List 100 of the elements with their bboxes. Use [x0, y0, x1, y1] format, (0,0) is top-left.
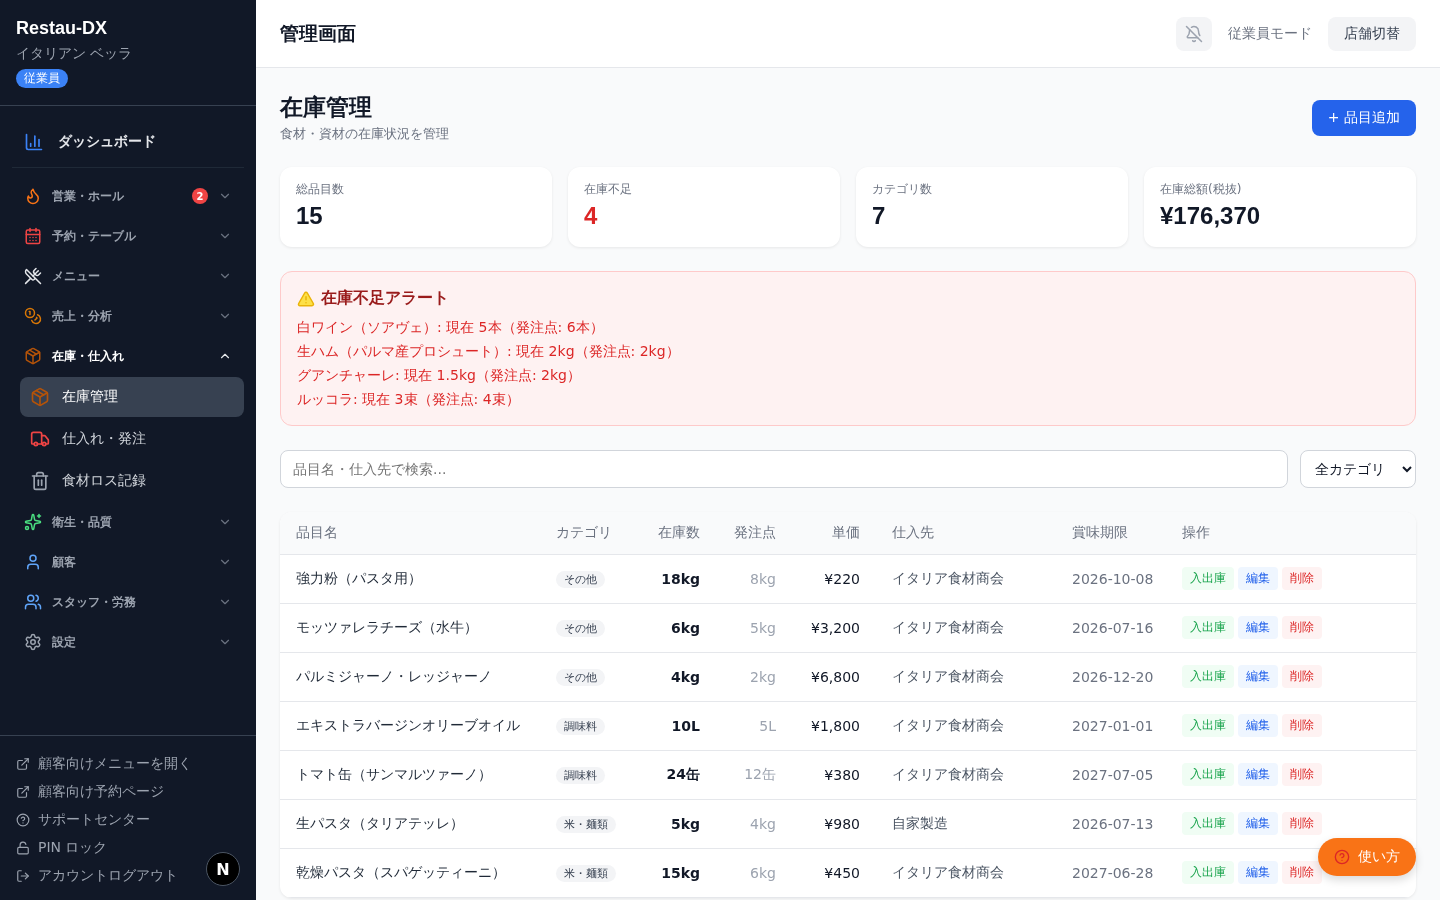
supplier-name: イタリア食材商会	[892, 863, 1004, 880]
delete-button[interactable]: 削除	[1282, 812, 1322, 835]
reorder-point: 12缶	[744, 765, 776, 782]
unit-price: ¥220	[824, 570, 860, 587]
footer-link[interactable]: 顧客向け予約ページ	[16, 778, 164, 806]
alert-item: 白ワイン（ソアヴェ）: 現在 5本（発注点: 6本）	[297, 319, 604, 337]
add-item-button[interactable]: + 品目追加	[1311, 100, 1416, 136]
expiry-date: 2026-07-16	[1072, 619, 1154, 636]
category-tag: 米・麺類	[556, 816, 616, 833]
nav-group[interactable]: メニュー	[12, 256, 244, 296]
stock-value: 18kg	[661, 570, 700, 587]
column-header: 在庫数	[640, 512, 716, 554]
search-field[interactable]: 品目名・仕入先で検索...	[280, 450, 1288, 488]
nav-group-label: 衛生・品質	[52, 513, 113, 531]
nav-group[interactable]: 予約・テーブル	[12, 216, 244, 256]
nav-group-label: 営業・ホール	[52, 187, 125, 205]
help-icon	[1334, 849, 1350, 865]
reorder-point: 2kg	[750, 668, 776, 685]
footer-link[interactable]: PIN ロック	[16, 834, 108, 862]
edit-button[interactable]: 編集	[1238, 763, 1278, 786]
alert-title: 在庫不足アラート	[321, 288, 449, 309]
nav-item[interactable]: 食材ロス記録	[20, 461, 244, 501]
footer-link[interactable]: サポートセンター	[16, 806, 150, 834]
bell-off-icon	[1185, 24, 1203, 43]
stat-label: 総品目数	[296, 181, 344, 198]
item-name: モッツァレラチーズ（水牛）	[296, 618, 478, 635]
edit-button[interactable]: 編集	[1238, 861, 1278, 884]
dev-badge[interactable]: N	[206, 852, 240, 886]
help-icon	[16, 813, 30, 827]
unit-price: ¥450	[824, 864, 860, 881]
nav-group[interactable]: 設定	[12, 622, 244, 662]
stock-move-button[interactable]: 入出庫	[1182, 812, 1234, 835]
stat-label: 在庫不足	[584, 181, 632, 198]
truck-icon	[30, 429, 50, 449]
package-icon	[24, 347, 42, 365]
supplier-name: イタリア食材商会	[892, 667, 1004, 684]
stock-value: 4kg	[670, 668, 700, 685]
dashboard-link[interactable]: ダッシュボード	[12, 116, 244, 168]
category-select[interactable]: 全カテゴリ	[1300, 450, 1416, 488]
stock-value: 24缶	[666, 765, 700, 782]
stat-value: ¥176,370	[1160, 202, 1261, 230]
unit-price: ¥980	[824, 815, 860, 832]
header-title: 管理画面	[280, 20, 357, 46]
delete-button[interactable]: 削除	[1282, 567, 1322, 590]
nav-group-label: 予約・テーブル	[52, 227, 137, 245]
nav-group[interactable]: スタッフ・労務	[12, 582, 244, 622]
edit-button[interactable]: 編集	[1238, 714, 1278, 737]
expiry-date: 2026-10-08	[1072, 570, 1154, 587]
footer-link[interactable]: 顧客向けメニューを開く	[16, 750, 192, 778]
notifications-off-button[interactable]	[1176, 16, 1212, 51]
item-name: トマト缶（サンマルツァーノ）	[296, 765, 492, 782]
stock-move-button[interactable]: 入出庫	[1182, 567, 1234, 590]
package-icon	[30, 387, 50, 407]
edit-button[interactable]: 編集	[1238, 812, 1278, 835]
stock-move-button[interactable]: 入出庫	[1182, 763, 1234, 786]
category-tag: その他	[556, 669, 605, 686]
stock-value: 15kg	[661, 864, 700, 881]
supplier-name: イタリア食材商会	[892, 618, 1004, 635]
category-tag: 調味料	[556, 718, 605, 735]
item-name: 乾燥パスタ（スパゲッティーニ）	[296, 863, 506, 880]
expiry-date: 2027-01-01	[1072, 717, 1154, 734]
reorder-point: 5L	[759, 717, 776, 734]
reorder-point: 8kg	[750, 570, 776, 587]
delete-button[interactable]: 削除	[1282, 616, 1322, 639]
nav-group-label: 在庫・仕入れ	[52, 347, 125, 365]
edit-button[interactable]: 編集	[1238, 665, 1278, 688]
nav-group[interactable]: 売上・分析	[12, 296, 244, 336]
nav-group[interactable]: 営業・ホール 2	[12, 176, 244, 216]
stock-value: 5kg	[670, 815, 700, 832]
delete-button[interactable]: 削除	[1282, 861, 1322, 884]
stock-move-button[interactable]: 入出庫	[1182, 616, 1234, 639]
stock-move-button[interactable]: 入出庫	[1182, 714, 1234, 737]
nav-group-label: メニュー	[52, 267, 101, 285]
category-tag: 調味料	[556, 767, 605, 784]
stock-move-button[interactable]: 入出庫	[1182, 665, 1234, 688]
coins-icon	[24, 307, 42, 325]
delete-button[interactable]: 削除	[1282, 763, 1322, 786]
utensils-icon	[24, 267, 42, 285]
delete-button[interactable]: 削除	[1282, 714, 1322, 737]
switch-store-button[interactable]: 店舗切替	[1328, 16, 1416, 51]
nav-group[interactable]: 衛生・品質	[12, 502, 244, 542]
stock-move-button[interactable]: 入出庫	[1182, 861, 1234, 884]
stat-value: 4	[584, 202, 598, 230]
delete-button[interactable]: 削除	[1282, 665, 1322, 688]
edit-button[interactable]: 編集	[1238, 616, 1278, 639]
nav-group[interactable]: 在庫・仕入れ	[12, 336, 244, 376]
footer-link[interactable]: アカウントログアウト	[16, 862, 178, 890]
nav-item[interactable]: 仕入れ・発注	[20, 419, 244, 459]
users-icon	[24, 593, 42, 611]
category-tag: その他	[556, 571, 605, 588]
column-header: 品目名	[280, 512, 540, 554]
reorder-point: 6kg	[750, 864, 776, 881]
alert-item: ルッコラ: 現在 3束（発注点: 4束）	[297, 391, 520, 409]
nav-item[interactable]: 在庫管理	[20, 377, 244, 417]
trash-icon	[30, 471, 50, 491]
help-button[interactable]: 使い方	[1318, 838, 1416, 876]
expiry-date: 2026-12-20	[1072, 668, 1154, 685]
page-subtitle: 食材・資材の在庫状況を管理	[280, 125, 449, 143]
nav-group[interactable]: 顧客	[12, 542, 244, 582]
edit-button[interactable]: 編集	[1238, 567, 1278, 590]
